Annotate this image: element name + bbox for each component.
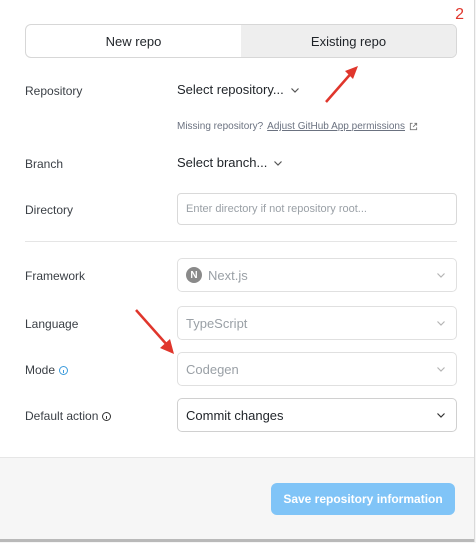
annotation-arrow-up-icon — [325, 66, 358, 103]
branch-row: Branch Select branch... — [25, 155, 457, 173]
repository-settings-panel: 2 New repo Existing repo Repository Sele… — [0, 0, 475, 543]
repository-label: Repository — [25, 84, 83, 98]
chevron-down-icon — [437, 413, 445, 418]
default-action-select-value: Commit changes — [186, 407, 284, 423]
chevron-down-icon — [274, 160, 283, 166]
save-repository-button[interactable]: Save repository information — [271, 483, 455, 515]
framework-select[interactable]: N Next.js — [177, 258, 457, 292]
chevron-down-icon — [290, 87, 299, 93]
nextjs-logo-icon: N — [186, 267, 202, 283]
mode-select[interactable]: Codegen — [177, 352, 457, 386]
page-number-annotation: 2 — [455, 6, 464, 23]
repository-select-value: Select repository... — [177, 82, 284, 97]
mode-label: Mode — [25, 363, 56, 377]
section-divider — [25, 241, 457, 242]
default-action-label: Default action — [25, 409, 99, 423]
branch-select-value: Select branch... — [177, 155, 268, 170]
default-action-select[interactable]: Commit changes — [177, 398, 457, 432]
framework-label: Framework — [25, 269, 86, 283]
external-link-icon — [409, 122, 418, 131]
repo-type-toggle: New repo Existing repo — [25, 24, 457, 58]
repository-hint-row: Missing repository? Adjust GitHub App pe… — [25, 121, 457, 135]
framework-select-value: Next.js — [208, 267, 248, 283]
chevron-down-icon — [437, 367, 445, 372]
default-action-label-group: Default action — [25, 409, 112, 423]
branch-select[interactable]: Select branch... — [177, 155, 283, 170]
repository-row: Repository Select repository... — [25, 82, 457, 100]
info-icon[interactable] — [102, 411, 112, 421]
chevron-down-icon — [437, 321, 445, 326]
mode-select-value: Codegen — [186, 361, 239, 377]
language-select-value: TypeScript — [186, 315, 248, 331]
directory-input[interactable]: Enter directory if not repository root..… — [177, 193, 457, 225]
mode-label-group: Mode — [25, 363, 69, 377]
directory-label: Directory — [25, 203, 74, 217]
language-row: Language TypeScript — [25, 306, 457, 340]
mode-row: Mode Codegen — [25, 352, 457, 386]
default-action-row: Default action Commit changes — [25, 398, 457, 432]
info-icon[interactable] — [59, 365, 69, 375]
missing-repository-hint: Missing repository? Adjust GitHub App pe… — [177, 121, 418, 132]
language-select[interactable]: TypeScript — [177, 306, 457, 340]
hint-text: Missing repository? — [177, 121, 264, 132]
language-label: Language — [25, 317, 79, 331]
repository-select[interactable]: Select repository... — [177, 82, 300, 97]
tab-existing-repo[interactable]: Existing repo — [241, 25, 456, 57]
annotation-arrow-down-icon — [135, 309, 174, 354]
dialog-footer: Save repository information — [0, 457, 474, 543]
framework-row: Framework N Next.js — [25, 258, 457, 292]
tab-new-repo[interactable]: New repo — [26, 25, 241, 57]
chevron-down-icon — [437, 273, 445, 278]
adjust-permissions-link[interactable]: Adjust GitHub App permissions — [267, 121, 405, 132]
branch-label: Branch — [25, 157, 64, 171]
directory-row: Directory Enter directory if not reposit… — [25, 193, 457, 225]
